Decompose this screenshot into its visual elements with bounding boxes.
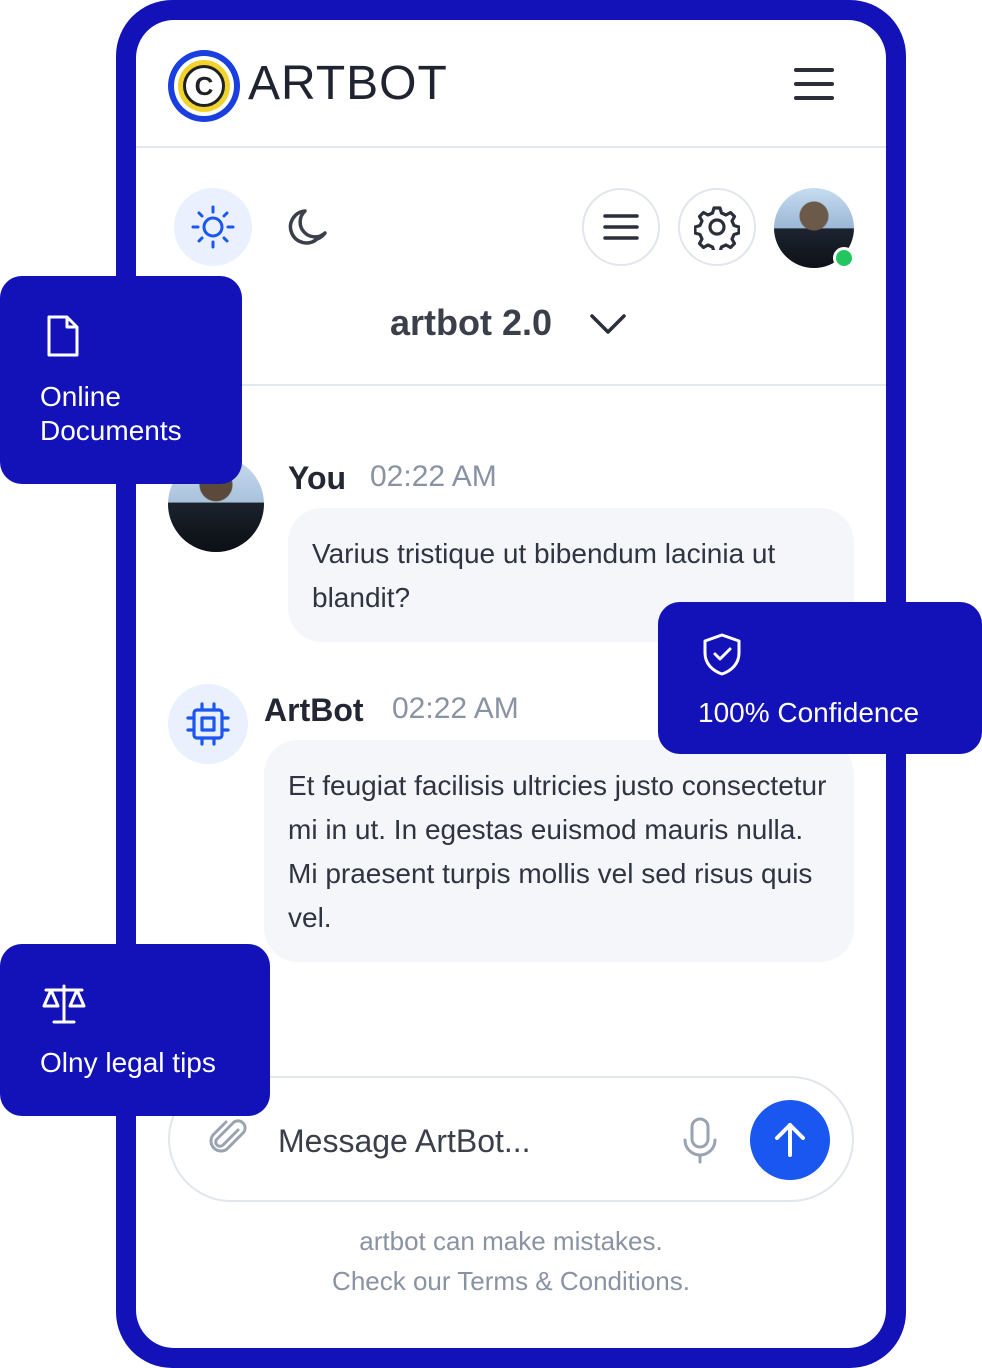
dark-mode-button[interactable] [270,188,348,266]
paperclip-icon[interactable] [208,1116,248,1160]
feature-badge-legal-tips: Olny legal tips [0,944,270,1116]
shield-check-icon [703,633,741,676]
gear-icon [694,206,740,250]
light-mode-button[interactable] [174,188,252,266]
sun-icon [191,205,235,249]
model-selector-label[interactable]: artbot 2.0 [390,302,552,344]
send-button[interactable] [750,1100,830,1180]
history-button[interactable] [582,188,660,266]
settings-button[interactable] [678,188,756,266]
message-time: 02:22 AM [392,692,519,725]
disclaimer-line-1: artbot can make mistakes. [359,1226,663,1256]
brand-name: ARTBOT [248,57,448,110]
message-input[interactable] [278,1116,658,1166]
terms-link[interactable]: Check our Terms & Conditions. [136,1266,886,1297]
scales-icon [42,984,86,1024]
document-icon [47,315,79,357]
toolbar-divider [136,384,886,386]
mic-icon[interactable] [678,1116,722,1166]
message-author: ArtBot [264,692,364,728]
bot-avatar [168,684,248,764]
chip-icon [186,702,230,746]
online-status-indicator [833,247,855,269]
feature-label: Olny legal tips [40,1047,216,1078]
logo-icon[interactable]: C [168,50,240,122]
moon-icon [288,209,327,245]
list-icon [603,214,639,240]
arrow-up-icon [775,1123,805,1157]
feature-label: 100% Confidence [698,697,920,728]
message-author: You [288,460,347,496]
chevron-down-icon[interactable] [588,308,628,338]
header-divider [136,146,886,148]
feature-badge-online-documents: Online Documents [0,276,242,484]
logo-letter: C [183,65,225,107]
feature-label: Online Documents [40,381,182,446]
bot-message-bubble: Et feugiat facilisis ultricies justo con… [264,740,854,962]
menu-icon[interactable] [786,62,840,106]
message-time: 02:22 AM [370,460,497,493]
feature-badge-confidence: 100% Confidence [658,602,982,754]
